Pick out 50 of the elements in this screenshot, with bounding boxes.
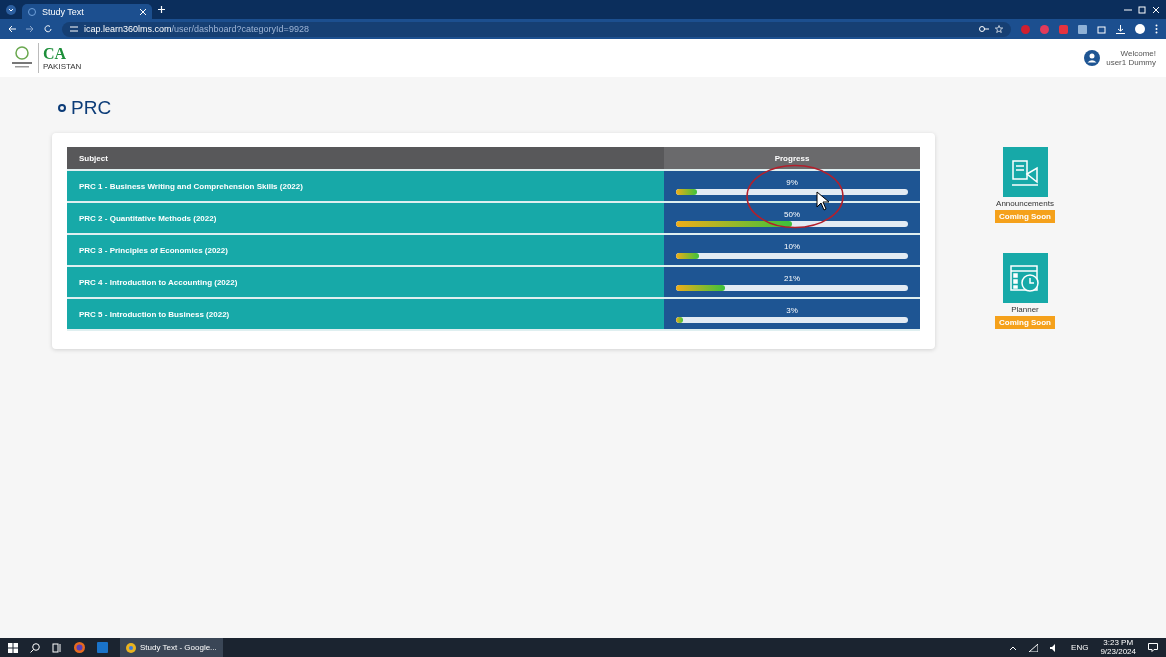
bullet-icon	[58, 104, 66, 112]
task-view-icon[interactable]	[52, 642, 62, 653]
puzzle-icon[interactable]	[1097, 24, 1106, 34]
logo-subtext: PAKISTAN	[43, 61, 82, 71]
widget-tile[interactable]	[1002, 253, 1048, 303]
forward-arrow-icon[interactable]	[26, 25, 34, 33]
globe-icon	[28, 7, 36, 16]
chevron-up-icon[interactable]	[1009, 644, 1018, 651]
widget-tile[interactable]	[1002, 147, 1048, 197]
widget-label: Planner	[1011, 305, 1039, 314]
mouse-cursor-icon	[816, 191, 832, 211]
progress-percent: 21%	[784, 273, 800, 283]
notification-icon[interactable]	[1148, 643, 1158, 652]
taskbar-app-button[interactable]: Study Text - Google...	[120, 638, 223, 657]
calendar-clock-icon	[1009, 262, 1041, 294]
progress-percent: 3%	[786, 305, 798, 315]
back-arrow-icon[interactable]	[8, 25, 16, 33]
emblem-logo-icon	[10, 45, 34, 71]
site-settings-icon	[70, 25, 78, 33]
reload-icon[interactable]	[44, 25, 52, 33]
column-header: Subject	[67, 147, 664, 169]
more-menu-icon[interactable]	[1155, 24, 1158, 34]
key-icon	[979, 25, 989, 33]
progress-percent: 50%	[784, 209, 800, 219]
column-header: Progress	[664, 147, 920, 169]
chevron-down-icon[interactable]	[6, 4, 16, 15]
logo-text: CA	[43, 45, 68, 62]
user-avatar-icon[interactable]	[1084, 50, 1101, 66]
progress-percent: 10%	[784, 241, 800, 251]
plus-icon[interactable]	[158, 6, 165, 13]
page-title: PRC	[71, 97, 112, 119]
progress-percent: 9%	[786, 177, 798, 187]
language-indicator[interactable]: ENG	[1071, 643, 1089, 652]
coming-soon-badge: Coming Soon	[995, 210, 1055, 223]
taskbar-clock[interactable]: 3:23 PM 9/23/2024	[1100, 638, 1136, 657]
windows-start-icon[interactable]	[8, 642, 18, 653]
network-icon[interactable]	[1029, 643, 1039, 652]
profile-avatar-icon[interactable]	[1135, 24, 1145, 34]
user-name: user1 Dummy	[1106, 58, 1156, 67]
coming-soon-badge: Coming Soon	[995, 316, 1055, 329]
browser-tab[interactable]: Study Text	[22, 4, 152, 19]
search-icon[interactable]	[30, 642, 40, 653]
star-icon[interactable]	[995, 25, 1003, 33]
address-field[interactable]: icap.learn360lms.com/user/dashboard?categoryId=9928	[62, 21, 1011, 37]
restore-icon[interactable]	[1138, 5, 1146, 14]
widget-label: Announcements	[996, 199, 1054, 208]
close-icon[interactable]	[140, 8, 146, 15]
welcome-text: Welcome!	[1119, 49, 1156, 58]
download-icon[interactable]	[1116, 24, 1125, 34]
close-icon[interactable]	[1152, 5, 1160, 14]
